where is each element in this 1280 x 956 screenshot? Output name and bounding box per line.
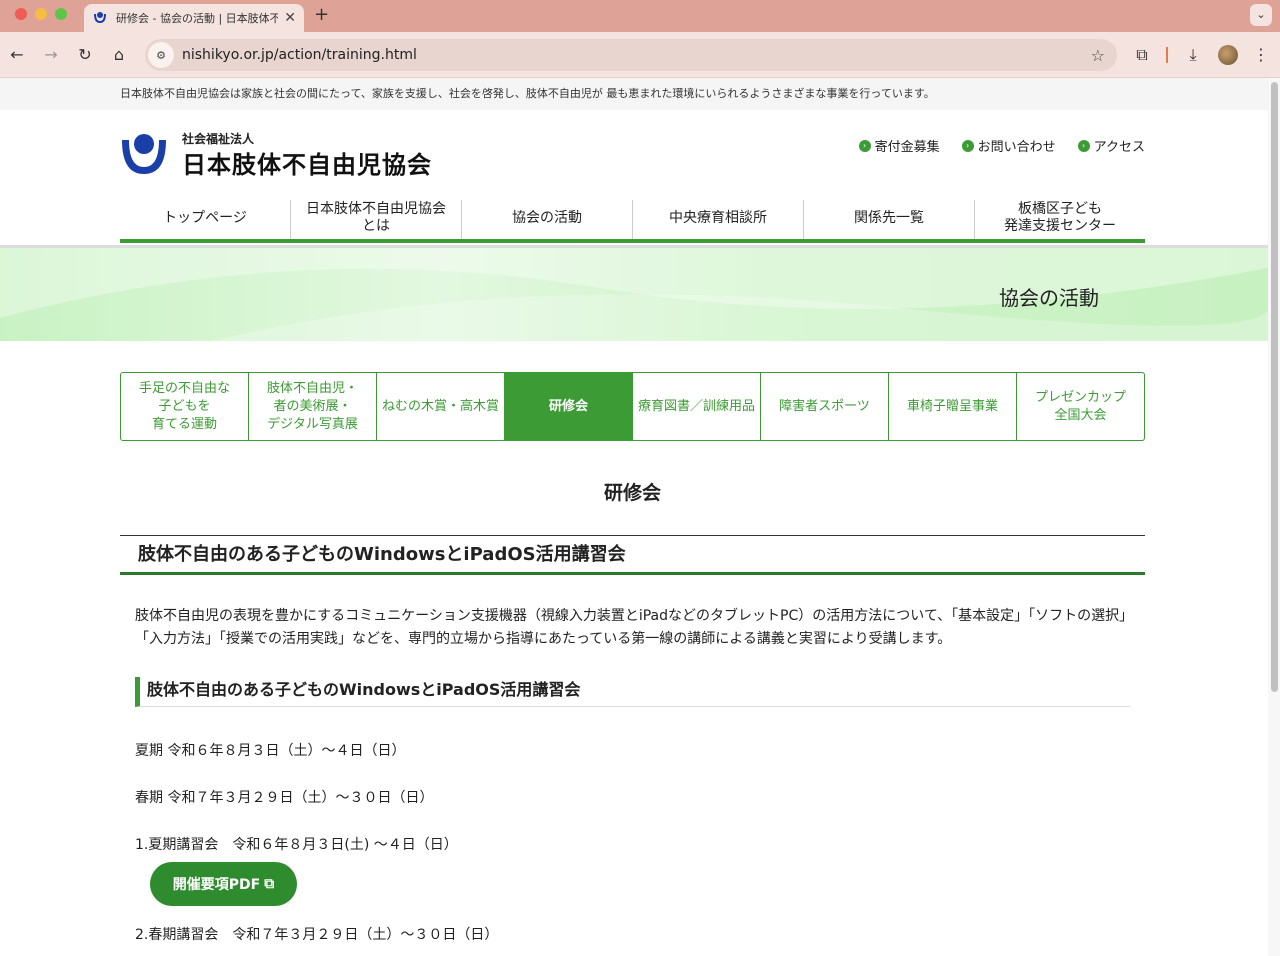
reload-icon[interactable]: ↻ [74, 44, 96, 66]
subnav-label: ねむの木賞・高木賞 [381, 398, 499, 414]
home-icon[interactable]: ⌂ [108, 44, 130, 66]
chevron-right-icon: › [961, 139, 974, 152]
donation-link-label: 寄付金募集 [874, 140, 940, 155]
gnav-item-top[interactable]: トップページ [120, 200, 291, 239]
gnav-item-about[interactable]: 日本肢体不自由児協会 とは [291, 200, 462, 239]
extensions-icon[interactable]: ⧉ [1131, 44, 1153, 66]
subnav-label: 車椅子贈呈事業 [906, 398, 998, 414]
summer-dates: 夏期 令和６年８月３日（土）～４日（日） [135, 743, 406, 759]
download-icon[interactable]: ⤓ [1182, 44, 1204, 66]
guideline-pdf-button[interactable]: 開催要項PDF ⧉ [150, 862, 297, 906]
association-logo-icon [122, 134, 166, 174]
gnav-label: トップページ [163, 209, 247, 226]
new-tab-button[interactable]: + [314, 4, 329, 25]
chevron-right-icon: › [858, 139, 871, 152]
gnav-item-consultation[interactable]: 中央療育相談所 [633, 200, 804, 239]
scrollbar-thumb[interactable] [1271, 82, 1278, 692]
profile-avatar[interactable] [1218, 45, 1238, 65]
hero-title: 協会の活動 [999, 286, 1099, 310]
page-title: 研修会 [603, 482, 661, 504]
gnav-item-activities[interactable]: 協会の活動 [462, 200, 633, 239]
contact-link-label: お問い合わせ [977, 140, 1056, 155]
forward-icon[interactable]: → [40, 44, 62, 66]
subnav-label: 研修会 [548, 398, 588, 414]
subnav-item-books[interactable]: 療育図書／訓練用品 [633, 373, 761, 440]
site-logo[interactable]: 社会福祉法人 日本肢体不自由児協会 [120, 130, 432, 180]
minimize-window-button[interactable] [35, 8, 47, 20]
spring-dates: 春期 令和７年３月２９日（土）～３０日（日） [135, 790, 434, 806]
subnav-item-awards[interactable]: ねむの木賞・高木賞 [377, 373, 505, 440]
donation-link[interactable]: › 寄付金募集 [858, 136, 940, 155]
subnav-label: プレゼンカップ 全国大会 [1034, 389, 1126, 423]
subnav-label: 手足の不自由な 子どもを 育てる運動 [138, 380, 230, 432]
url-text[interactable]: nishikyo.or.jp/action/training.html [182, 47, 1091, 63]
chevron-right-icon: › [1077, 139, 1090, 152]
site-favicon-icon [94, 12, 106, 23]
zoom-window-button[interactable] [55, 8, 67, 20]
gnav-label: 日本肢体不自由児協会 とは [306, 201, 446, 234]
access-link[interactable]: › アクセス [1077, 136, 1145, 155]
browser-tab[interactable]: 研修会 - 協会の活動 | 日本肢体不自由児協会 ✕ [84, 4, 304, 32]
main-content: 研修会 肢体不自由のある子どものWindowsとiPadOS活用講習会 肢体不自… [120, 478, 1145, 944]
browser-menu-icon[interactable]: ⋮ [1250, 44, 1272, 66]
subnav-item-sports[interactable]: 障害者スポーツ [761, 373, 889, 440]
site-tagline: 日本肢体不自由児協会は家族と社会の間にたって、家族を支援し、社会を啓発し、肢体不… [0, 78, 1268, 110]
gnav-label: 協会の活動 [512, 209, 582, 226]
gnav-item-itabashi[interactable]: 板橋区子ども 発達支援センター [975, 200, 1145, 239]
tab-title: 研修会 - 協会の活動 | 日本肢体不自由児協会 [116, 12, 279, 25]
address-bar[interactable]: ⚙ nishikyo.or.jp/action/training.html ☆ [145, 39, 1117, 71]
pdf-button-label: 開催要項PDF [172, 877, 261, 893]
bookmark-star-icon[interactable]: ☆ [1091, 46, 1105, 65]
subnav-item-training[interactable]: 研修会 [505, 373, 633, 440]
global-nav: トップページ 日本肢体不自由児協会 とは 協会の活動 中央療育相談所 関係先一覧… [120, 200, 1145, 243]
logo-title: 日本肢体不自由児協会 [182, 150, 432, 179]
activity-subnav: 手足の不自由な 子どもを 育てる運動 肢体不自由児・ 者の美術展・ デジタル写真… [120, 372, 1145, 441]
spring-session-item: 2.春期講習会 令和７年３月２９日（土）～３０日（日） [135, 927, 499, 943]
close-window-button[interactable] [15, 8, 27, 20]
subnav-item-campaign[interactable]: 手足の不自由な 子どもを 育てる運動 [121, 373, 249, 440]
utility-links: › 寄付金募集 › お問い合わせ › アクセス [858, 136, 1145, 155]
web-page: 日本肢体不自由児協会は家族と社会の間にたって、家族を支援し、社会を啓発し、肢体不… [0, 78, 1268, 956]
page-hero: 協会の活動 [0, 245, 1268, 341]
subsection-heading: 肢体不自由のある子どものWindowsとiPadOS活用講習会 [135, 677, 1130, 707]
back-icon[interactable]: ← [6, 44, 28, 66]
external-link-icon: ⧉ [264, 876, 275, 892]
subnav-label: 障害者スポーツ [779, 398, 870, 414]
browser-toolbar: ← → ↻ ⌂ ⚙ nishikyo.or.jp/action/training… [0, 32, 1280, 78]
gnav-label: 板橋区子ども 発達支援センター [1004, 201, 1116, 234]
tab-close-icon[interactable]: ✕ [284, 10, 296, 26]
subnav-item-wheelchair[interactable]: 車椅子贈呈事業 [889, 373, 1017, 440]
site-header: 社会福祉法人 日本肢体不自由児協会 › 寄付金募集 › お問い合わせ › アクセ… [0, 110, 1268, 245]
gnav-item-links[interactable]: 関係先一覧 [804, 200, 975, 239]
access-link-label: アクセス [1093, 140, 1145, 155]
section-heading: 肢体不自由のある子どものWindowsとiPadOS活用講習会 [120, 535, 1145, 575]
subnav-item-presen-cup[interactable]: プレゼンカップ 全国大会 [1017, 373, 1144, 440]
toolbar-separator [1166, 47, 1168, 63]
site-info-icon[interactable]: ⚙ [148, 42, 174, 68]
subnav-label: 療育図書／訓練用品 [637, 398, 755, 414]
gnav-label: 関係先一覧 [854, 209, 924, 226]
gnav-label: 中央療育相談所 [669, 209, 767, 226]
intro-paragraph: 肢体不自由児の表現を豊かにするコミュニケーション支援機器（視線入力装置とiPad… [135, 608, 1127, 647]
subnav-item-art-exhibition[interactable]: 肢体不自由児・ 者の美術展・ デジタル写真展 [249, 373, 377, 440]
contact-link[interactable]: › お問い合わせ [961, 136, 1056, 155]
summer-session-item: 1.夏期講習会 令和６年８月３日(土) ～４日（日） [135, 837, 458, 853]
browser-titlebar: 研修会 - 協会の活動 | 日本肢体不自由児協会 ✕ + ⌄ [0, 0, 1280, 32]
subnav-label: 肢体不自由児・ 者の美術展・ デジタル写真展 [266, 380, 358, 432]
tab-search-button[interactable]: ⌄ [1250, 4, 1272, 26]
